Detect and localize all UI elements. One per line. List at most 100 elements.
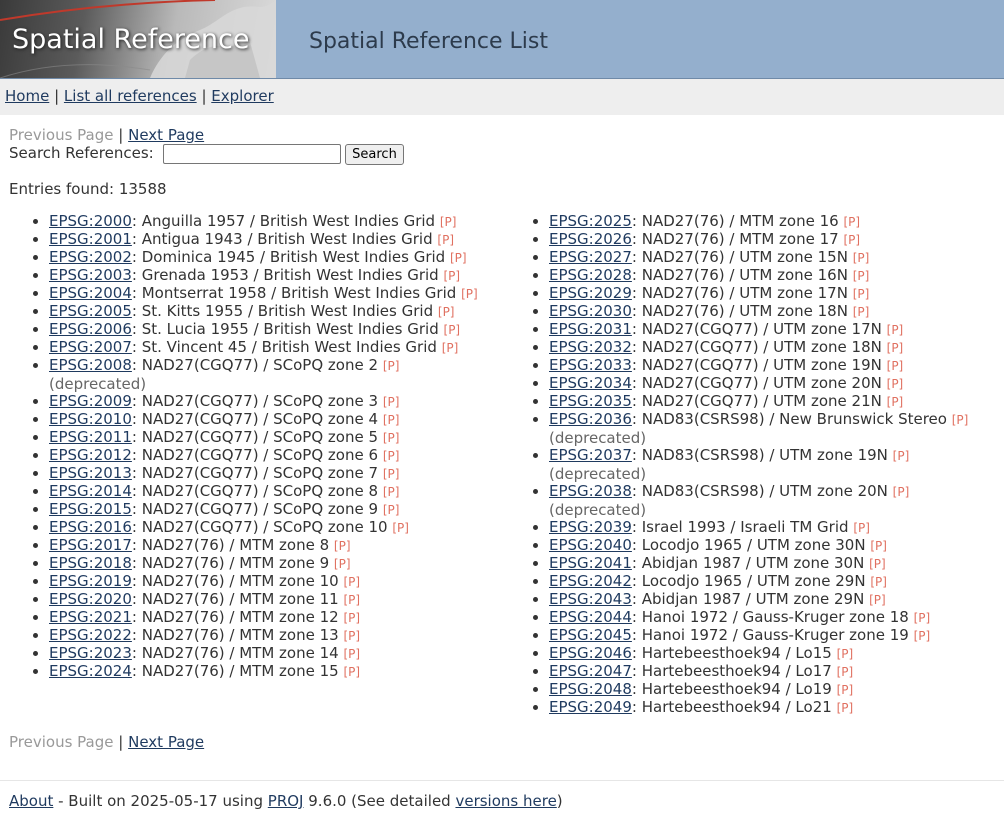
reference-code-link[interactable]: EPSG:2047 [549, 662, 632, 680]
reference-code-link[interactable]: EPSG:2002 [49, 248, 132, 266]
reference-code-link[interactable]: EPSG:2013 [49, 464, 132, 482]
proj-string-link[interactable]: [P] [853, 251, 870, 265]
next-page-link[interactable]: Next Page [128, 733, 204, 751]
reference-code-link[interactable]: EPSG:2027 [549, 248, 632, 266]
proj-string-link[interactable]: [P] [837, 701, 854, 715]
proj-string-link[interactable]: [P] [437, 233, 454, 247]
reference-code-link[interactable]: EPSG:2014 [49, 482, 132, 500]
reference-code-link[interactable]: EPSG:2008 [49, 356, 132, 374]
nav-list-all-link[interactable]: List all references [64, 87, 197, 105]
reference-code-link[interactable]: EPSG:2044 [549, 608, 632, 626]
proj-string-link[interactable]: [P] [869, 593, 886, 607]
proj-string-link[interactable]: [P] [442, 341, 459, 355]
proj-string-link[interactable]: [P] [853, 287, 870, 301]
reference-code-link[interactable]: EPSG:2010 [49, 410, 132, 428]
reference-code-link[interactable]: EPSG:2005 [49, 302, 132, 320]
reference-code-link[interactable]: EPSG:2040 [549, 536, 632, 554]
reference-code-link[interactable]: EPSG:2001 [49, 230, 132, 248]
reference-code-link[interactable]: EPSG:2018 [49, 554, 132, 572]
reference-code-link[interactable]: EPSG:2025 [549, 212, 632, 230]
proj-string-link[interactable]: [P] [843, 215, 860, 229]
proj-string-link[interactable]: [P] [343, 593, 360, 607]
proj-string-link[interactable]: [P] [952, 413, 969, 427]
reference-code-link[interactable]: EPSG:2042 [549, 572, 632, 590]
proj-link[interactable]: PROJ [268, 792, 304, 810]
proj-string-link[interactable]: [P] [383, 503, 400, 517]
reference-code-link[interactable]: EPSG:2037 [549, 446, 632, 464]
proj-string-link[interactable]: [P] [461, 287, 478, 301]
next-page-link[interactable]: Next Page [128, 126, 204, 144]
reference-code-link[interactable]: EPSG:2048 [549, 680, 632, 698]
versions-link[interactable]: versions here [455, 792, 556, 810]
proj-string-link[interactable]: [P] [334, 557, 351, 571]
reference-code-link[interactable]: EPSG:2003 [49, 266, 132, 284]
reference-code-link[interactable]: EPSG:2000 [49, 212, 132, 230]
reference-code-link[interactable]: EPSG:2032 [549, 338, 632, 356]
reference-code-link[interactable]: EPSG:2007 [49, 338, 132, 356]
proj-string-link[interactable]: [P] [383, 359, 400, 373]
proj-string-link[interactable]: [P] [392, 521, 409, 535]
reference-code-link[interactable]: EPSG:2019 [49, 572, 132, 590]
reference-code-link[interactable]: EPSG:2012 [49, 446, 132, 464]
proj-string-link[interactable]: [P] [893, 485, 910, 499]
reference-code-link[interactable]: EPSG:2034 [549, 374, 632, 392]
proj-string-link[interactable]: [P] [837, 647, 854, 661]
reference-code-link[interactable]: EPSG:2038 [549, 482, 632, 500]
proj-string-link[interactable]: [P] [893, 449, 910, 463]
proj-string-link[interactable]: [P] [870, 539, 887, 553]
proj-string-link[interactable]: [P] [887, 323, 904, 337]
proj-string-link[interactable]: [P] [887, 377, 904, 391]
proj-string-link[interactable]: [P] [383, 485, 400, 499]
proj-string-link[interactable]: [P] [383, 431, 400, 445]
reference-code-link[interactable]: EPSG:2028 [549, 266, 632, 284]
proj-string-link[interactable]: [P] [869, 557, 886, 571]
reference-code-link[interactable]: EPSG:2035 [549, 392, 632, 410]
reference-code-link[interactable]: EPSG:2004 [49, 284, 132, 302]
proj-string-link[interactable]: [P] [383, 413, 400, 427]
reference-code-link[interactable]: EPSG:2036 [549, 410, 632, 428]
proj-string-link[interactable]: [P] [450, 251, 467, 265]
search-button[interactable]: Search [345, 144, 404, 165]
reference-code-link[interactable]: EPSG:2015 [49, 500, 132, 518]
reference-code-link[interactable]: EPSG:2006 [49, 320, 132, 338]
proj-string-link[interactable]: [P] [837, 683, 854, 697]
reference-code-link[interactable]: EPSG:2009 [49, 392, 132, 410]
proj-string-link[interactable]: [P] [914, 611, 931, 625]
proj-string-link[interactable]: [P] [440, 215, 457, 229]
proj-string-link[interactable]: [P] [343, 629, 360, 643]
proj-string-link[interactable]: [P] [444, 323, 461, 337]
proj-string-link[interactable]: [P] [383, 395, 400, 409]
search-input[interactable] [163, 144, 341, 164]
reference-code-link[interactable]: EPSG:2024 [49, 662, 132, 680]
proj-string-link[interactable]: [P] [887, 341, 904, 355]
reference-code-link[interactable]: EPSG:2011 [49, 428, 132, 446]
reference-code-link[interactable]: EPSG:2022 [49, 626, 132, 644]
reference-code-link[interactable]: EPSG:2049 [549, 698, 632, 716]
proj-string-link[interactable]: [P] [383, 467, 400, 481]
reference-code-link[interactable]: EPSG:2021 [49, 608, 132, 626]
nav-explorer-link[interactable]: Explorer [211, 87, 273, 105]
proj-string-link[interactable]: [P] [843, 233, 860, 247]
reference-code-link[interactable]: EPSG:2020 [49, 590, 132, 608]
reference-code-link[interactable]: EPSG:2039 [549, 518, 632, 536]
reference-code-link[interactable]: EPSG:2041 [549, 554, 632, 572]
nav-home-link[interactable]: Home [5, 87, 49, 105]
reference-code-link[interactable]: EPSG:2031 [549, 320, 632, 338]
reference-code-link[interactable]: EPSG:2029 [549, 284, 632, 302]
proj-string-link[interactable]: [P] [853, 521, 870, 535]
reference-code-link[interactable]: EPSG:2045 [549, 626, 632, 644]
reference-code-link[interactable]: EPSG:2033 [549, 356, 632, 374]
reference-code-link[interactable]: EPSG:2026 [549, 230, 632, 248]
proj-string-link[interactable]: [P] [853, 269, 870, 283]
proj-string-link[interactable]: [P] [870, 575, 887, 589]
proj-string-link[interactable]: [P] [343, 611, 360, 625]
proj-string-link[interactable]: [P] [443, 269, 460, 283]
proj-string-link[interactable]: [P] [914, 629, 931, 643]
proj-string-link[interactable]: [P] [887, 359, 904, 373]
site-logo[interactable]: Spatial Reference [0, 0, 276, 78]
proj-string-link[interactable]: [P] [343, 665, 360, 679]
proj-string-link[interactable]: [P] [887, 395, 904, 409]
reference-code-link[interactable]: EPSG:2017 [49, 536, 132, 554]
reference-code-link[interactable]: EPSG:2043 [549, 590, 632, 608]
reference-code-link[interactable]: EPSG:2046 [549, 644, 632, 662]
